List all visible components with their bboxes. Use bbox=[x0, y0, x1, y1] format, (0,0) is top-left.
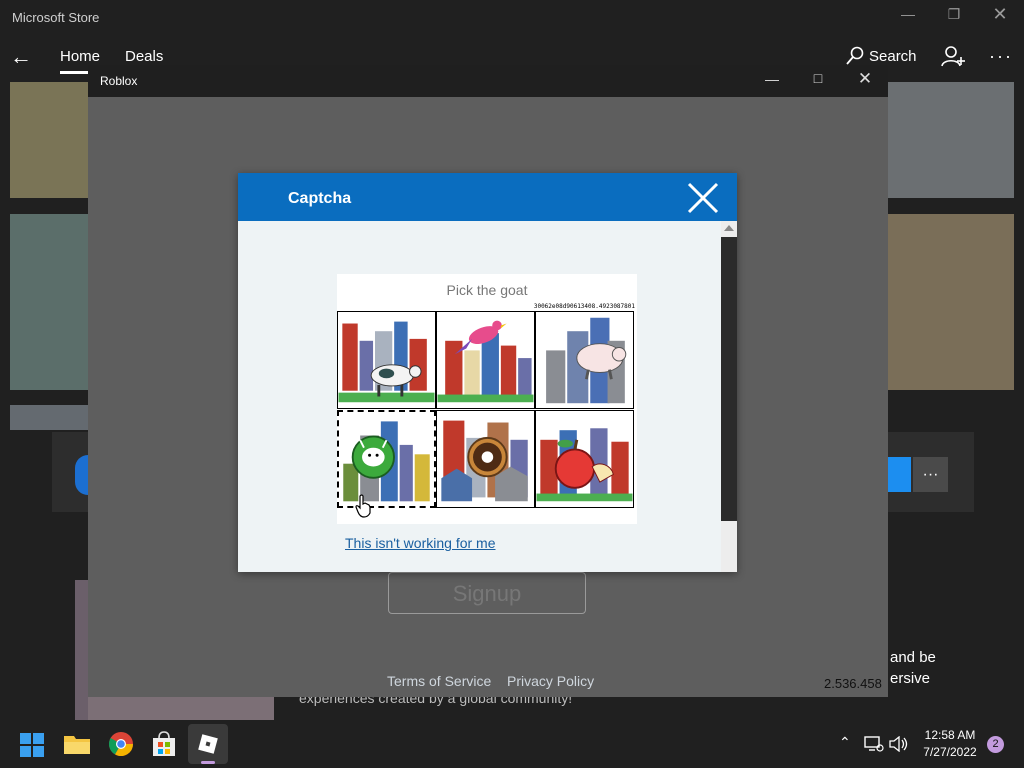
back-arrow-icon[interactable]: ← bbox=[10, 44, 32, 70]
notification-badge[interactable]: 2 bbox=[987, 736, 1004, 753]
clock-time[interactable]: 12:58 AM bbox=[920, 728, 980, 742]
goat-icon bbox=[343, 421, 430, 502]
captcha-tile-pig[interactable] bbox=[535, 311, 634, 409]
terms-link[interactable]: Terms of Service bbox=[387, 673, 491, 689]
store-primary-button-partial[interactable] bbox=[75, 455, 88, 495]
store-screenshot-bottom bbox=[88, 697, 274, 720]
captcha-session-id: 30062e08d90613408.4923087801 bbox=[533, 303, 635, 310]
signup-button[interactable]: Signup bbox=[388, 572, 586, 614]
store-screenshot-partial bbox=[75, 580, 88, 720]
search-icon bbox=[846, 46, 864, 65]
store-hero-tile-left-top bbox=[10, 82, 88, 198]
privacy-link[interactable]: Privacy Policy bbox=[507, 673, 594, 689]
store-hero-tile-right-mid bbox=[888, 214, 1014, 390]
chrome-icon[interactable] bbox=[109, 732, 133, 756]
store-hero-tile-right-top bbox=[888, 82, 1014, 198]
captcha-prompt: Pick the goat bbox=[446, 282, 528, 298]
hand-cursor-icon bbox=[355, 494, 371, 518]
clock-date[interactable]: 7/27/2022 bbox=[920, 745, 980, 759]
cow-icon bbox=[338, 321, 435, 403]
taskbar: ⌃ 12:58 AM 7/27/2022 2 bbox=[0, 720, 1024, 768]
roblox-maximize-icon[interactable]: □ bbox=[808, 70, 828, 86]
windows-start-icon[interactable] bbox=[20, 733, 44, 757]
captcha-tile-cow[interactable] bbox=[337, 311, 436, 409]
nav-home[interactable]: Home bbox=[60, 48, 100, 65]
pig-icon bbox=[546, 317, 627, 404]
minimize-icon[interactable]: — bbox=[898, 6, 918, 22]
bird-icon bbox=[437, 320, 534, 403]
account-icon[interactable] bbox=[941, 45, 965, 67]
store-hero-tile-left-bottom bbox=[10, 405, 88, 430]
scrollbar-thumb[interactable] bbox=[721, 237, 737, 521]
file-explorer-icon[interactable] bbox=[64, 732, 90, 756]
version-label: 2.536.458 bbox=[824, 676, 882, 691]
show-hidden-icons-chevron-icon[interactable]: ⌃ bbox=[839, 734, 851, 751]
roblox-icon bbox=[198, 734, 218, 754]
active-app-indicator bbox=[201, 761, 215, 764]
store-window-title: Microsoft Store bbox=[12, 10, 100, 25]
close-icon[interactable]: ✕ bbox=[990, 4, 1010, 25]
network-icon[interactable] bbox=[864, 736, 884, 752]
captcha-fallback-link[interactable]: This isn't working for me bbox=[345, 535, 496, 551]
scroll-up-arrow-icon[interactable] bbox=[724, 225, 734, 231]
store-description-line2: ersive bbox=[890, 670, 931, 687]
more-options-icon[interactable]: ··· bbox=[989, 46, 1013, 67]
store-description-line1: and be bbox=[890, 649, 936, 666]
nav-deals[interactable]: Deals bbox=[125, 48, 163, 65]
captcha-close-icon[interactable] bbox=[687, 182, 719, 214]
captcha-tile-donut[interactable] bbox=[436, 410, 535, 508]
captcha-title: Captcha bbox=[288, 190, 352, 207]
search-label: Search bbox=[869, 48, 917, 65]
store-more-button[interactable]: ··· bbox=[913, 457, 948, 492]
captcha-tile-apple[interactable] bbox=[535, 410, 634, 508]
roblox-close-icon[interactable]: ✕ bbox=[855, 69, 875, 89]
captcha-body: Pick the goat 30062e08d90613408.49230878… bbox=[238, 221, 721, 572]
apple-icon bbox=[536, 428, 633, 502]
captcha-dialog: Captcha Pick the goat 30062e08d90613408.… bbox=[238, 173, 737, 572]
store-hero-tile-left-mid bbox=[10, 214, 88, 390]
captcha-header: Captcha bbox=[238, 173, 737, 221]
roblox-taskbar-button[interactable] bbox=[188, 724, 228, 764]
roblox-window-title: Roblox bbox=[100, 74, 138, 88]
restore-icon[interactable]: ❐ bbox=[944, 6, 964, 23]
store-install-button-partial[interactable] bbox=[888, 457, 911, 492]
captcha-scrollbar[interactable] bbox=[721, 221, 737, 572]
volume-icon[interactable] bbox=[889, 736, 909, 752]
microsoft-store-icon[interactable] bbox=[152, 731, 176, 757]
roblox-title-bar: Roblox — □ ✕ bbox=[88, 65, 888, 97]
captcha-tile-goat[interactable] bbox=[337, 410, 436, 508]
captcha-puzzle: Pick the goat 30062e08d90613408.49230878… bbox=[337, 274, 637, 524]
donut-icon bbox=[441, 420, 528, 502]
roblox-minimize-icon[interactable]: — bbox=[762, 71, 782, 87]
captcha-tile-bird[interactable] bbox=[436, 311, 535, 409]
